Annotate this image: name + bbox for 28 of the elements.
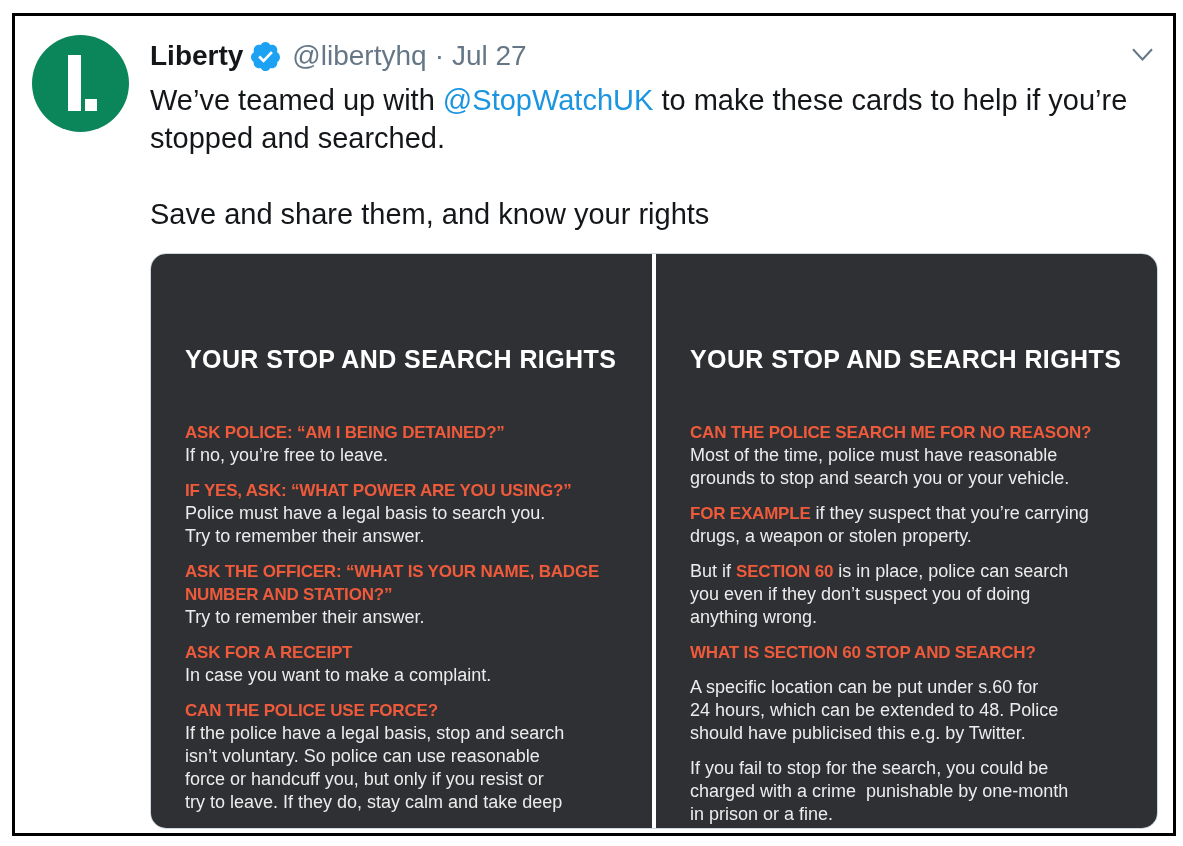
tweet-text: We’ve teamed up with @StopWatchUK to make these cards to help if you’re stopped and searched. xyxy=(150,83,1129,156)
card-text: If you fail to stop for the search, you could be charged with a crime punishable by one-month in prison or a fine. xyxy=(690,757,1070,826)
card-heading: CAN THE POLICE SEARCH ME FOR NO REASON? xyxy=(690,422,1093,444)
card-text: But if SECTION 60 is in place, police can search you even if they don’t suspect you of doing anything wrong. xyxy=(690,560,1070,629)
card-heading: CAN THE POLICE USE FORCE? xyxy=(185,700,439,722)
author-name[interactable]: Liberty xyxy=(150,40,244,72)
separator-dot: · xyxy=(434,40,444,72)
card-heading: WHAT IS SECTION 60 STOP AND SEARCH? xyxy=(690,642,1037,664)
card-heading: ASK FOR A RECEIPT xyxy=(185,642,354,664)
card-text: In case you want to make a complaint. xyxy=(185,664,493,687)
chevron-down-icon[interactable] xyxy=(1132,47,1153,61)
card-text: If no, you’re free to leave. xyxy=(185,444,390,467)
card-text: FOR EXAMPLE if they suspect that you’re carrying drugs, a weapon or stolen property. xyxy=(690,502,1090,548)
card-heading: IF YES, ASK: “WHAT POWER ARE YOU USING?” xyxy=(185,480,573,502)
mention-link[interactable]: @StopWatchUK xyxy=(442,84,654,116)
tweet-text: Save and share them, and know your rights xyxy=(150,197,711,232)
card-text: A specific location can be put under s.60 for 24 hours, which can be extended to 48. Police should have publicised this e.g. by Twitter. xyxy=(690,676,1060,745)
card-text: Try to remember their answer. xyxy=(185,606,426,629)
card-title: YOUR STOP AND SEARCH RIGHTS xyxy=(185,344,618,374)
card-title: YOUR STOP AND SEARCH RIGHTS xyxy=(690,344,1123,374)
card-heading: ASK POLICE: “AM I BEING DETAINED?” xyxy=(185,422,506,444)
avatar[interactable] xyxy=(32,35,129,132)
card-text: Police must have a legal basis to search you. Try to remember their answer. xyxy=(185,502,547,548)
author-handle[interactable]: @libertyhq xyxy=(292,40,427,72)
card-text: If the police have a legal basis, stop and search isn’t voluntary. So police can use reasonable force or handcuff you, but only if you resist or try to leave. If they do, stay calm and take deep xyxy=(185,722,566,814)
card-heading: ASK THE OFFICER: “WHAT IS YOUR NAME, BADGE NUMBER AND STATION?” xyxy=(185,561,601,606)
tweet-date[interactable]: Jul 27 xyxy=(451,40,527,72)
card-text: Most of the time, police must have reasonable grounds to stop and search you or your vehicle. xyxy=(690,444,1071,490)
